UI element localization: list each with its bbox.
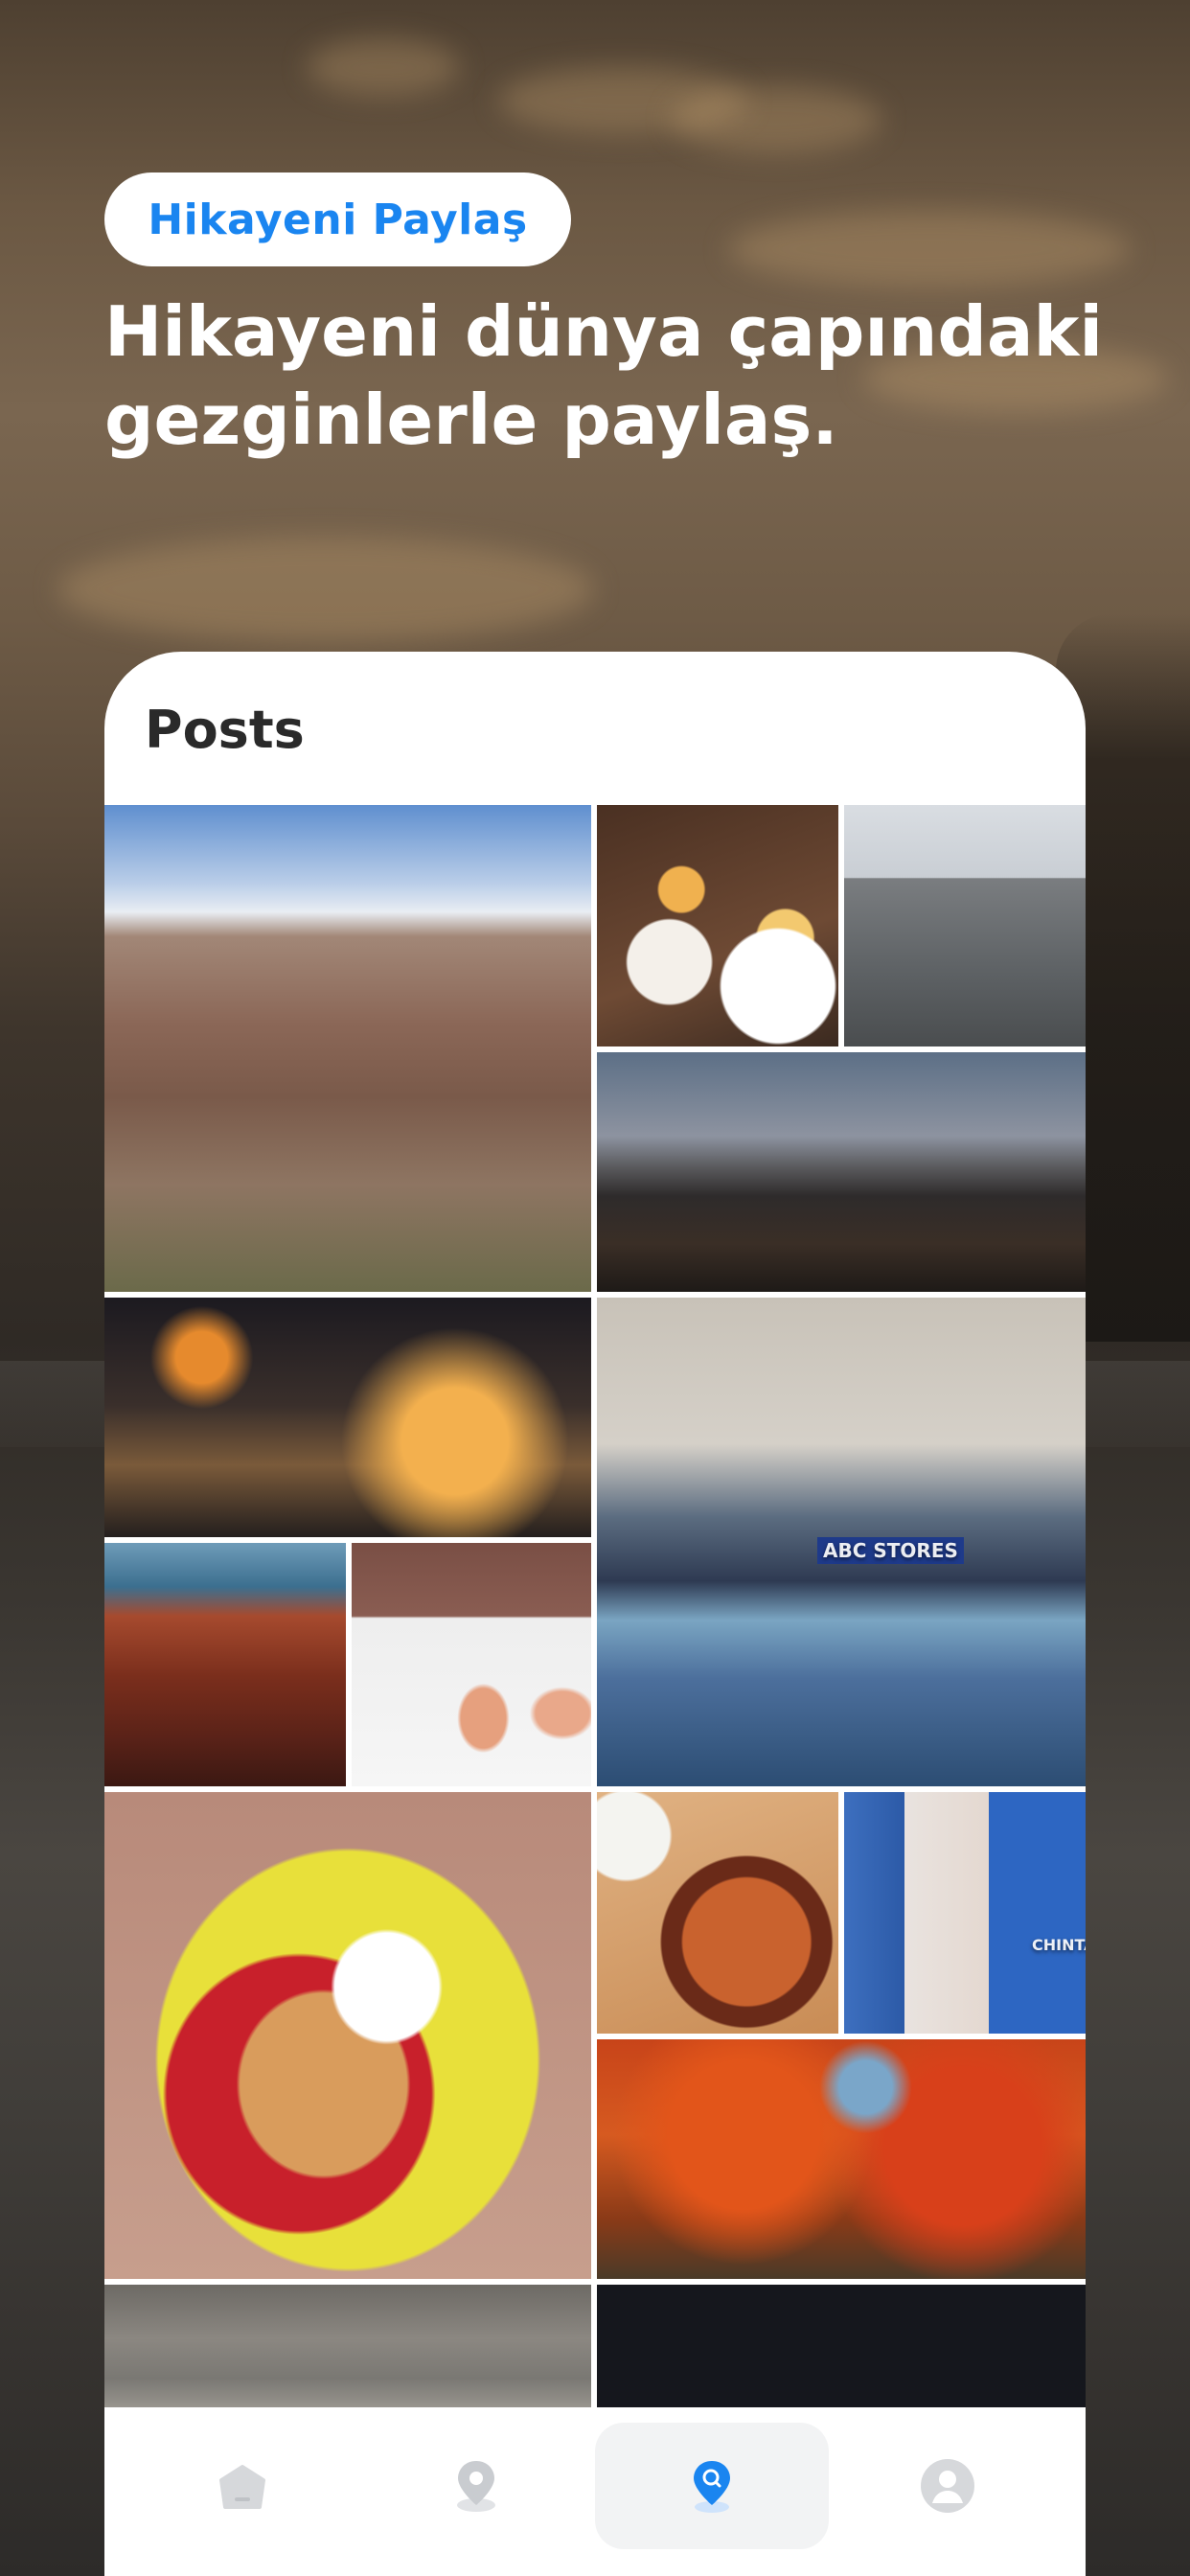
map-pin-icon [457, 2461, 495, 2512]
post-photo-bunny[interactable] [352, 1543, 591, 1786]
page-headline: Hikayeni dünya çapındaki gezginlerle pay… [104, 288, 1104, 464]
post-photo-nightlife[interactable] [104, 1298, 591, 1537]
post-photo-autumn[interactable] [597, 2039, 1086, 2279]
search-pin-icon [694, 2461, 730, 2513]
post-photo-cake[interactable] [597, 805, 838, 1046]
post-photo-restaurant[interactable] [104, 1543, 346, 1786]
post-photo-cathedral[interactable] [844, 805, 1086, 1046]
post-photo-osaka[interactable]: CHINTAI [844, 1792, 1086, 2034]
home-icon [219, 2465, 265, 2509]
post-photo-skyline[interactable] [597, 1052, 1086, 1292]
bottom-nav [104, 2407, 1086, 2576]
nav-profile[interactable] [831, 2423, 1064, 2549]
post-photo-shrimp[interactable] [597, 1792, 838, 2034]
share-story-pill: Hikayeni Paylaş [104, 172, 571, 266]
profile-icon [921, 2459, 974, 2513]
post-photo-mall[interactable]: ABC STORES [597, 1298, 1086, 1786]
nav-map[interactable] [359, 2423, 593, 2549]
mall-sign-text: ABC STORES [817, 1537, 964, 1564]
osaka-sign-text: CHINTAI [1032, 1936, 1086, 1954]
nav-explore[interactable] [595, 2423, 829, 2549]
post-photo-canyon[interactable] [104, 805, 591, 1292]
posts-title: Posts [145, 700, 305, 760]
post-photo-dark[interactable] [597, 2285, 1086, 2419]
headline-line-2: gezginlerle paylaş. [104, 380, 838, 460]
post-photo-dessert[interactable] [104, 1792, 591, 2279]
headline-line-1: Hikayeni dünya çapındaki [104, 291, 1104, 372]
posts-card: Posts ABC STORES CHINTAI [104, 652, 1086, 2576]
post-photo-plaza[interactable] [104, 2285, 591, 2419]
nav-home[interactable] [126, 2423, 359, 2549]
